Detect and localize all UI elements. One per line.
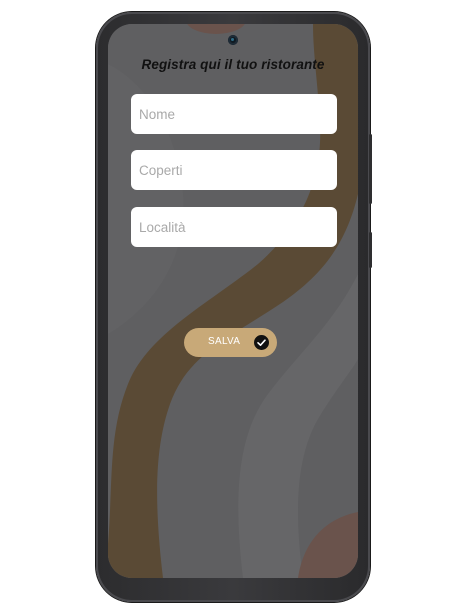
app-screen: Registra qui il tuo ristorante SALVA [108,24,358,578]
save-button[interactable]: SALVA [184,328,277,357]
front-camera-icon [228,35,238,45]
power-button [369,232,372,268]
check-circle-icon [254,335,269,350]
page-title: Registra qui il tuo ristorante [141,57,325,72]
location-input[interactable] [131,207,337,247]
volume-button [369,134,372,204]
save-button-label: SALVA [208,336,241,347]
name-input[interactable] [131,94,337,134]
covers-input[interactable] [131,150,337,190]
